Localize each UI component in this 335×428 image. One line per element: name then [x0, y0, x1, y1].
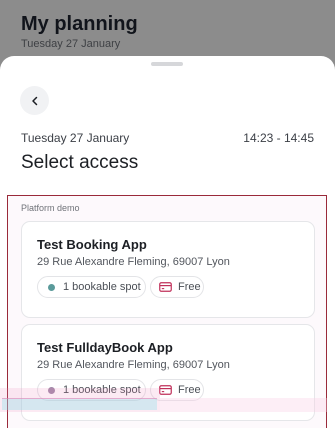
chevron-left-icon [31, 96, 37, 105]
card-title: Test Booking App [37, 237, 147, 252]
card-address: 29 Rue Alexandre Fleming, 69007 Lyon [37, 359, 230, 371]
overlay-artifact [160, 398, 327, 412]
card-address: 29 Rue Alexandre Fleming, 69007 Lyon [37, 256, 230, 268]
access-card[interactable]: Test Booking App 29 Rue Alexandre Flemin… [21, 221, 315, 318]
price-label: Free [178, 281, 201, 293]
credit-card-icon [159, 385, 172, 395]
sheet-heading: Select access [21, 152, 139, 173]
spots-label: 1 bookable spot [63, 281, 141, 293]
back-button[interactable] [20, 86, 49, 115]
card-title: Test FulldayBook App [37, 340, 173, 355]
price-chip: Free [150, 276, 204, 298]
selected-time-range: 14:23 - 14:45 [243, 131, 314, 145]
selected-date: Tuesday 27 January [21, 131, 130, 145]
section-label: Platform demo [21, 203, 80, 213]
credit-card-icon [159, 282, 172, 292]
sheet-grabber-handle[interactable] [151, 62, 183, 66]
availability-dot-icon [48, 283, 55, 291]
price-label: Free [178, 384, 201, 396]
spots-chip: 1 bookable spot [37, 276, 146, 298]
overlay-artifact [2, 398, 157, 410]
bottom-sheet: Tuesday 27 January 14:23 - 14:45 Select … [0, 56, 335, 428]
